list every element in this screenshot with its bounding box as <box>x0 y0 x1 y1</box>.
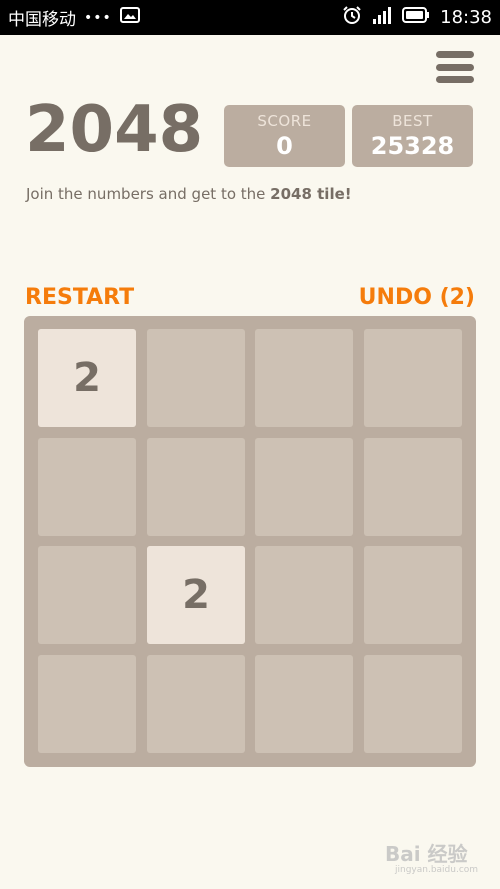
undo-button[interactable]: UNDO (2) <box>359 285 475 310</box>
grid-cell <box>255 438 353 536</box>
best-value: 25328 <box>370 132 455 160</box>
grid-cell <box>38 655 136 753</box>
grid-cell <box>255 655 353 753</box>
clock-time: 18:38 <box>440 7 492 28</box>
best-label: BEST <box>392 112 433 130</box>
alarm-icon <box>342 5 362 30</box>
status-bar: 中国移动 ••• 18:38 <box>0 0 500 35</box>
tile-2: 2 <box>38 329 136 427</box>
grid-cell <box>147 438 245 536</box>
subtitle-bold: 2048 tile! <box>270 185 352 203</box>
carrier-label: 中国移动 <box>8 10 76 30</box>
grid-cell <box>364 438 462 536</box>
grid-cell <box>364 655 462 753</box>
score-label: SCORE <box>257 112 312 130</box>
restart-button[interactable]: RESTART <box>25 285 134 310</box>
game-title: 2048 <box>25 93 204 167</box>
battery-icon <box>402 7 430 28</box>
subtitle: Join the numbers and get to the 2048 til… <box>26 185 352 203</box>
signal-icon <box>372 6 392 29</box>
game-board[interactable]: 2 2 <box>24 316 476 767</box>
best-box: BEST 25328 <box>352 105 473 167</box>
grid-cell <box>364 329 462 427</box>
notification-dots: ••• <box>84 9 112 26</box>
tile-2: 2 <box>147 546 245 644</box>
score-value: 0 <box>276 132 293 160</box>
grid-cell <box>38 438 136 536</box>
score-box: SCORE 0 <box>224 105 345 167</box>
watermark-logo: Bai 经验 <box>385 842 468 866</box>
grid-cell <box>38 546 136 644</box>
image-notification-icon <box>119 7 140 28</box>
grid-cell <box>364 546 462 644</box>
subtitle-text: Join the numbers and get to the <box>26 185 271 203</box>
watermark-url: jingyan.baidu.com <box>395 865 479 875</box>
grid-cell <box>147 655 245 753</box>
grid-cell <box>255 329 353 427</box>
grid-cell <box>255 546 353 644</box>
menu-icon[interactable] <box>436 51 474 83</box>
grid-cell <box>147 329 245 427</box>
